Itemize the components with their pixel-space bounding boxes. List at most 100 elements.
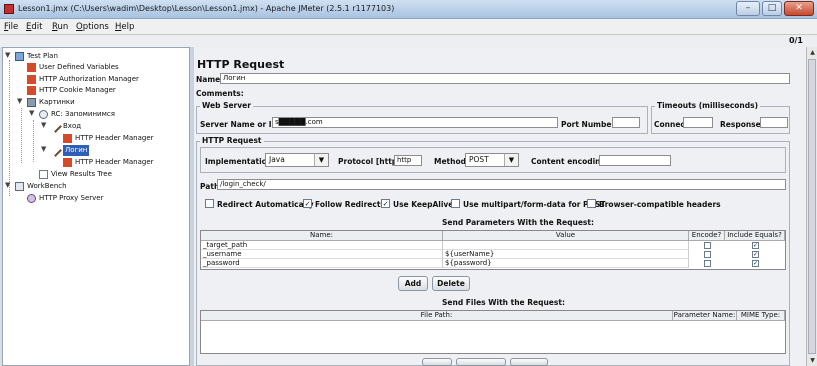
column-header-name[interactable]: Name:: [201, 231, 443, 241]
redirect-automatically-checkbox[interactable]: [205, 199, 214, 208]
multipart-label: Use multipart/form-data for POST: [463, 200, 606, 209]
controller-icon: [39, 110, 48, 119]
connect-timeout-field[interactable]: [683, 117, 713, 128]
chevron-down-icon: ▼: [504, 154, 518, 166]
tree-connector: [9, 60, 10, 196]
scroll-up-icon[interactable]: ▲: [808, 48, 817, 57]
delete-parameter-button[interactable]: Delete: [432, 276, 470, 291]
status-strip: 0/1: [0, 35, 817, 47]
expand-toggle[interactable]: ▼: [41, 145, 46, 153]
protocol-field[interactable]: http: [394, 155, 422, 166]
send-parameters-title: Send Parameters With the Request:: [442, 218, 594, 227]
window-titlebar: Lesson1.jmx (C:\Users\wadim\Desktop\Less…: [0, 0, 817, 19]
multipart-checkbox[interactable]: [451, 199, 460, 208]
workbench-icon: [15, 182, 24, 191]
config-icon: [27, 75, 36, 84]
server-label: Server Name or IP:: [200, 120, 281, 129]
parameters-table[interactable]: Name: Value Encode? Include Equals? _tar…: [200, 230, 786, 270]
table-cell-name[interactable]: _target_path: [201, 241, 443, 250]
menu-run[interactable]: Run: [52, 22, 68, 32]
minimize-button[interactable]: –: [736, 1, 760, 16]
scrollbar-thumb[interactable]: [808, 59, 816, 354]
include-equals-checkbox[interactable]: ✓: [752, 251, 759, 258]
comments-label: Comments:: [196, 89, 244, 98]
config-icon: [27, 63, 36, 72]
menu-bar: File Edit Run Options Help: [0, 19, 817, 35]
sampler-icon: [49, 144, 62, 157]
jmeter-app-icon: [4, 4, 14, 14]
delete-file-button[interactable]: [510, 358, 548, 366]
port-label: Port Number:: [561, 120, 619, 129]
page-title: HTTP Request: [197, 58, 285, 71]
redirect-automatically-label: Redirect Automatically: [217, 200, 314, 209]
scroll-down-icon[interactable]: ▼: [808, 356, 817, 365]
chevron-down-icon: ▼: [314, 154, 328, 166]
expand-toggle[interactable]: ▼: [5, 51, 10, 59]
web-server-legend: Web Server: [200, 101, 253, 110]
table-cell-value[interactable]: ${userName}: [443, 250, 689, 259]
expand-toggle[interactable]: ▼: [29, 109, 34, 117]
menu-help[interactable]: Help: [115, 22, 134, 32]
port-field[interactable]: [612, 117, 640, 128]
send-files-title: Send Files With the Request:: [442, 298, 565, 307]
encode-checkbox[interactable]: [704, 251, 711, 258]
browser-compatible-label: Browser-compatible headers: [599, 200, 721, 209]
tree-connector: [21, 108, 22, 163]
thread-group-icon: [27, 98, 36, 107]
name-field[interactable]: Логин: [220, 73, 790, 84]
browser-compatible-checkbox[interactable]: [587, 199, 596, 208]
follow-redirects-label: Follow Redirects: [315, 200, 385, 209]
encode-checkbox[interactable]: [704, 260, 711, 267]
use-keepalive-label: Use KeepAlive: [393, 200, 454, 209]
method-select[interactable]: POST ▼: [465, 153, 519, 167]
sampler-icon: [49, 120, 62, 133]
close-button[interactable]: ✕: [784, 1, 814, 16]
add-file-button[interactable]: [422, 358, 452, 366]
response-label: Response:: [720, 120, 764, 129]
config-icon: [63, 158, 72, 167]
config-icon: [63, 134, 72, 143]
main-scrollbar[interactable]: ▲ ▼: [806, 47, 817, 366]
listener-icon: [39, 170, 48, 179]
browse-file-button[interactable]: [456, 358, 506, 366]
server-field[interactable]: s█████.com: [272, 117, 558, 128]
method-label: Method:: [434, 157, 469, 166]
column-header-parameter-name[interactable]: Parameter Name:: [673, 311, 737, 321]
files-table[interactable]: File Path: Parameter Name: MIME Type:: [200, 310, 786, 354]
column-header-mime-type[interactable]: MIME Type:: [737, 311, 785, 321]
add-parameter-button[interactable]: Add: [398, 276, 428, 291]
test-plan-tree[interactable]: ▼ Test Plan User Defined Variables HTTP …: [2, 47, 190, 366]
table-cell-value[interactable]: ${password}: [443, 259, 689, 268]
menu-file[interactable]: File: [4, 22, 18, 32]
include-equals-checkbox[interactable]: ✓: [752, 242, 759, 249]
timeouts-legend: Timeouts (milliseconds): [655, 101, 761, 110]
expand-toggle[interactable]: ▼: [17, 97, 22, 105]
http-request-legend: HTTP Request: [200, 136, 264, 145]
table-cell-name[interactable]: _username: [201, 250, 443, 259]
http-request-panel: HTTP Request Name: Логин Comments: Web S…: [194, 47, 806, 366]
content-encoding-field[interactable]: [599, 155, 671, 166]
table-cell-name[interactable]: _password: [201, 259, 443, 268]
implementation-select[interactable]: Java ▼: [265, 153, 329, 167]
include-equals-checkbox[interactable]: ✓: [752, 260, 759, 267]
table-cell-value[interactable]: [443, 241, 689, 250]
config-icon: [27, 86, 36, 95]
menu-options[interactable]: Options: [76, 22, 109, 32]
maximize-button[interactable]: □: [762, 1, 782, 16]
response-timeout-field[interactable]: [760, 117, 788, 128]
encode-checkbox[interactable]: [704, 242, 711, 249]
column-header-include-equals[interactable]: Include Equals?: [725, 231, 785, 241]
proxy-icon: [27, 194, 36, 203]
follow-redirects-checkbox[interactable]: ✓: [303, 199, 312, 208]
path-field[interactable]: /login_check/: [217, 179, 786, 190]
use-keepalive-checkbox[interactable]: ✓: [381, 199, 390, 208]
expand-toggle[interactable]: ▼: [41, 121, 46, 129]
tree-connector: [33, 120, 34, 162]
menu-edit[interactable]: Edit: [26, 22, 42, 32]
expand-toggle[interactable]: ▼: [5, 181, 10, 189]
column-header-file-path[interactable]: File Path:: [201, 311, 673, 321]
content-encoding-label: Content encoding:: [531, 157, 609, 166]
column-header-value[interactable]: Value: [443, 231, 689, 241]
thread-counter: 0/1: [788, 36, 803, 45]
column-header-encode[interactable]: Encode?: [689, 231, 725, 241]
